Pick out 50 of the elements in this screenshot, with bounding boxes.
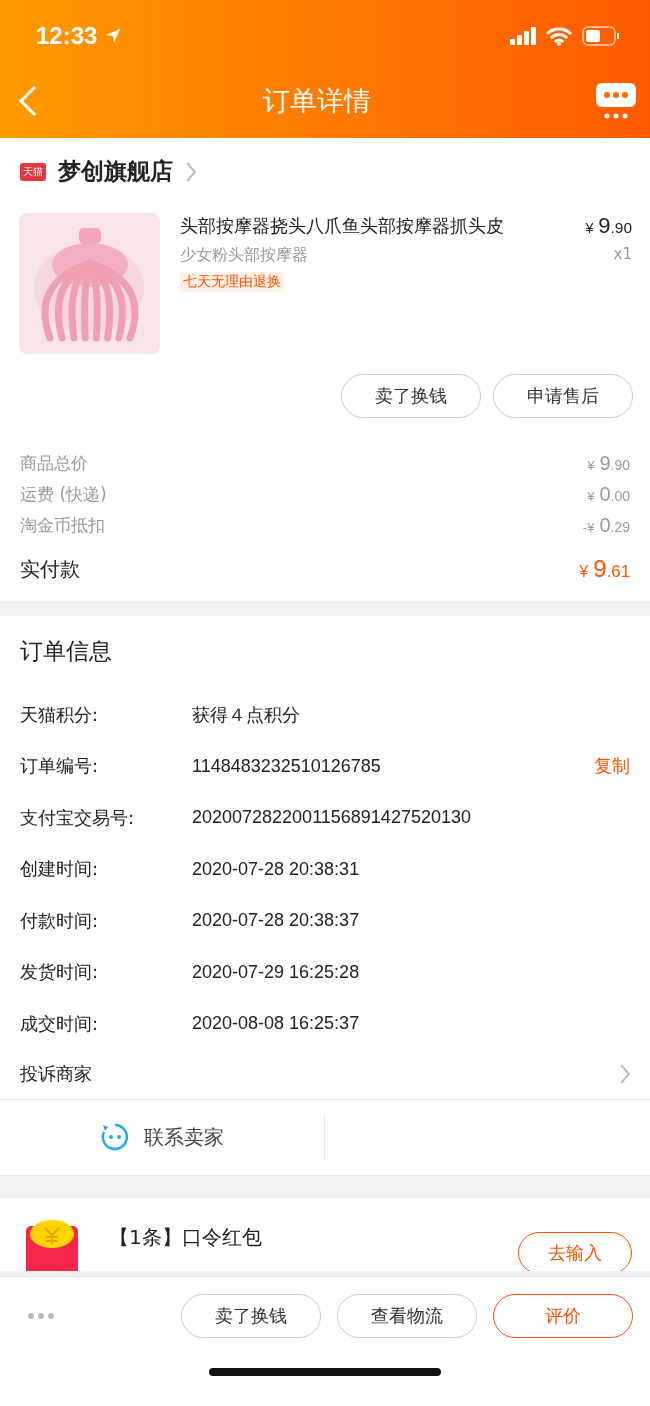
order-action-button[interactable]: 卖了换钱 [181, 1294, 321, 1338]
chevron-right-icon [185, 160, 196, 183]
price-label: 运费 (快递) [20, 483, 107, 506]
price-value: ¥ 0.00 [587, 483, 630, 506]
signal-icon [510, 27, 536, 45]
info-label: 订单编号: [20, 754, 100, 779]
price-value: ¥ 9.90 [587, 452, 630, 475]
info-label: 支付宝交易号: [20, 805, 136, 830]
chat-icon[interactable] [596, 81, 636, 121]
order-action-button[interactable]: 查看物流 [337, 1294, 477, 1338]
store-name[interactable]: 梦创旗舰店 [58, 156, 173, 187]
return-policy-tag: 七天无理由退换 [180, 272, 284, 292]
info-value: 2020-08-08 16:25:37 [192, 1013, 361, 1035]
price-label: 淘金币抵扣 [20, 514, 105, 537]
chevron-right-icon [619, 1063, 630, 1085]
info-value: 2020072822001156891427520130 [192, 807, 472, 829]
product-spec: 少女粉头部按摩器 [180, 245, 309, 266]
section-title: 订单信息 [19, 637, 113, 666]
info-label: 成交时间: [20, 1011, 100, 1036]
info-value: 2020-07-28 20:38:37 [192, 910, 361, 932]
price-label: 商品总价 [20, 452, 88, 475]
wifi-icon [546, 26, 572, 46]
complaint-link[interactable]: 投诉商家 [20, 1062, 92, 1086]
info-value: 2020-07-28 20:38:31 [192, 858, 361, 880]
contact-seller-button[interactable]: 联系卖家 [0, 1114, 325, 1160]
product-action-button[interactable]: 申请售后 [493, 374, 633, 418]
product-action-button[interactable]: 卖了换钱 [341, 374, 481, 418]
info-value: 1148483232510126785 [192, 755, 382, 777]
info-label: 发货时间: [20, 960, 100, 985]
page-title: 订单详情 [263, 84, 371, 118]
status-time: 12:33 [36, 22, 98, 50]
back-icon[interactable] [18, 85, 38, 117]
battery-icon [582, 26, 620, 46]
product-title: 头部按摩器挠头八爪鱼头部按摩器抓头皮 [180, 214, 505, 238]
info-value: 2020-07-29 16:25:28 [192, 961, 361, 983]
product-price: ¥ 9.90 [585, 213, 632, 239]
store-badge: 天猫 [20, 162, 46, 181]
chat-face-icon [100, 1122, 130, 1152]
price-value: ¥ 9.61 [579, 555, 630, 583]
voucher-title: 【1条】口令红包 [109, 1223, 263, 1251]
info-label: 天猫积分: [20, 702, 100, 727]
price-label: 实付款 [20, 555, 80, 583]
location-icon [105, 28, 122, 44]
info-label: 创建时间: [20, 857, 100, 882]
price-value: -¥ 0.29 [582, 514, 630, 537]
info-label: 付款时间: [20, 908, 100, 933]
product-quantity: x1 [613, 245, 632, 263]
more-icon[interactable] [28, 1313, 54, 1319]
info-value: 获得４点积分 [192, 703, 301, 727]
envelope-icon [25, 1219, 79, 1271]
